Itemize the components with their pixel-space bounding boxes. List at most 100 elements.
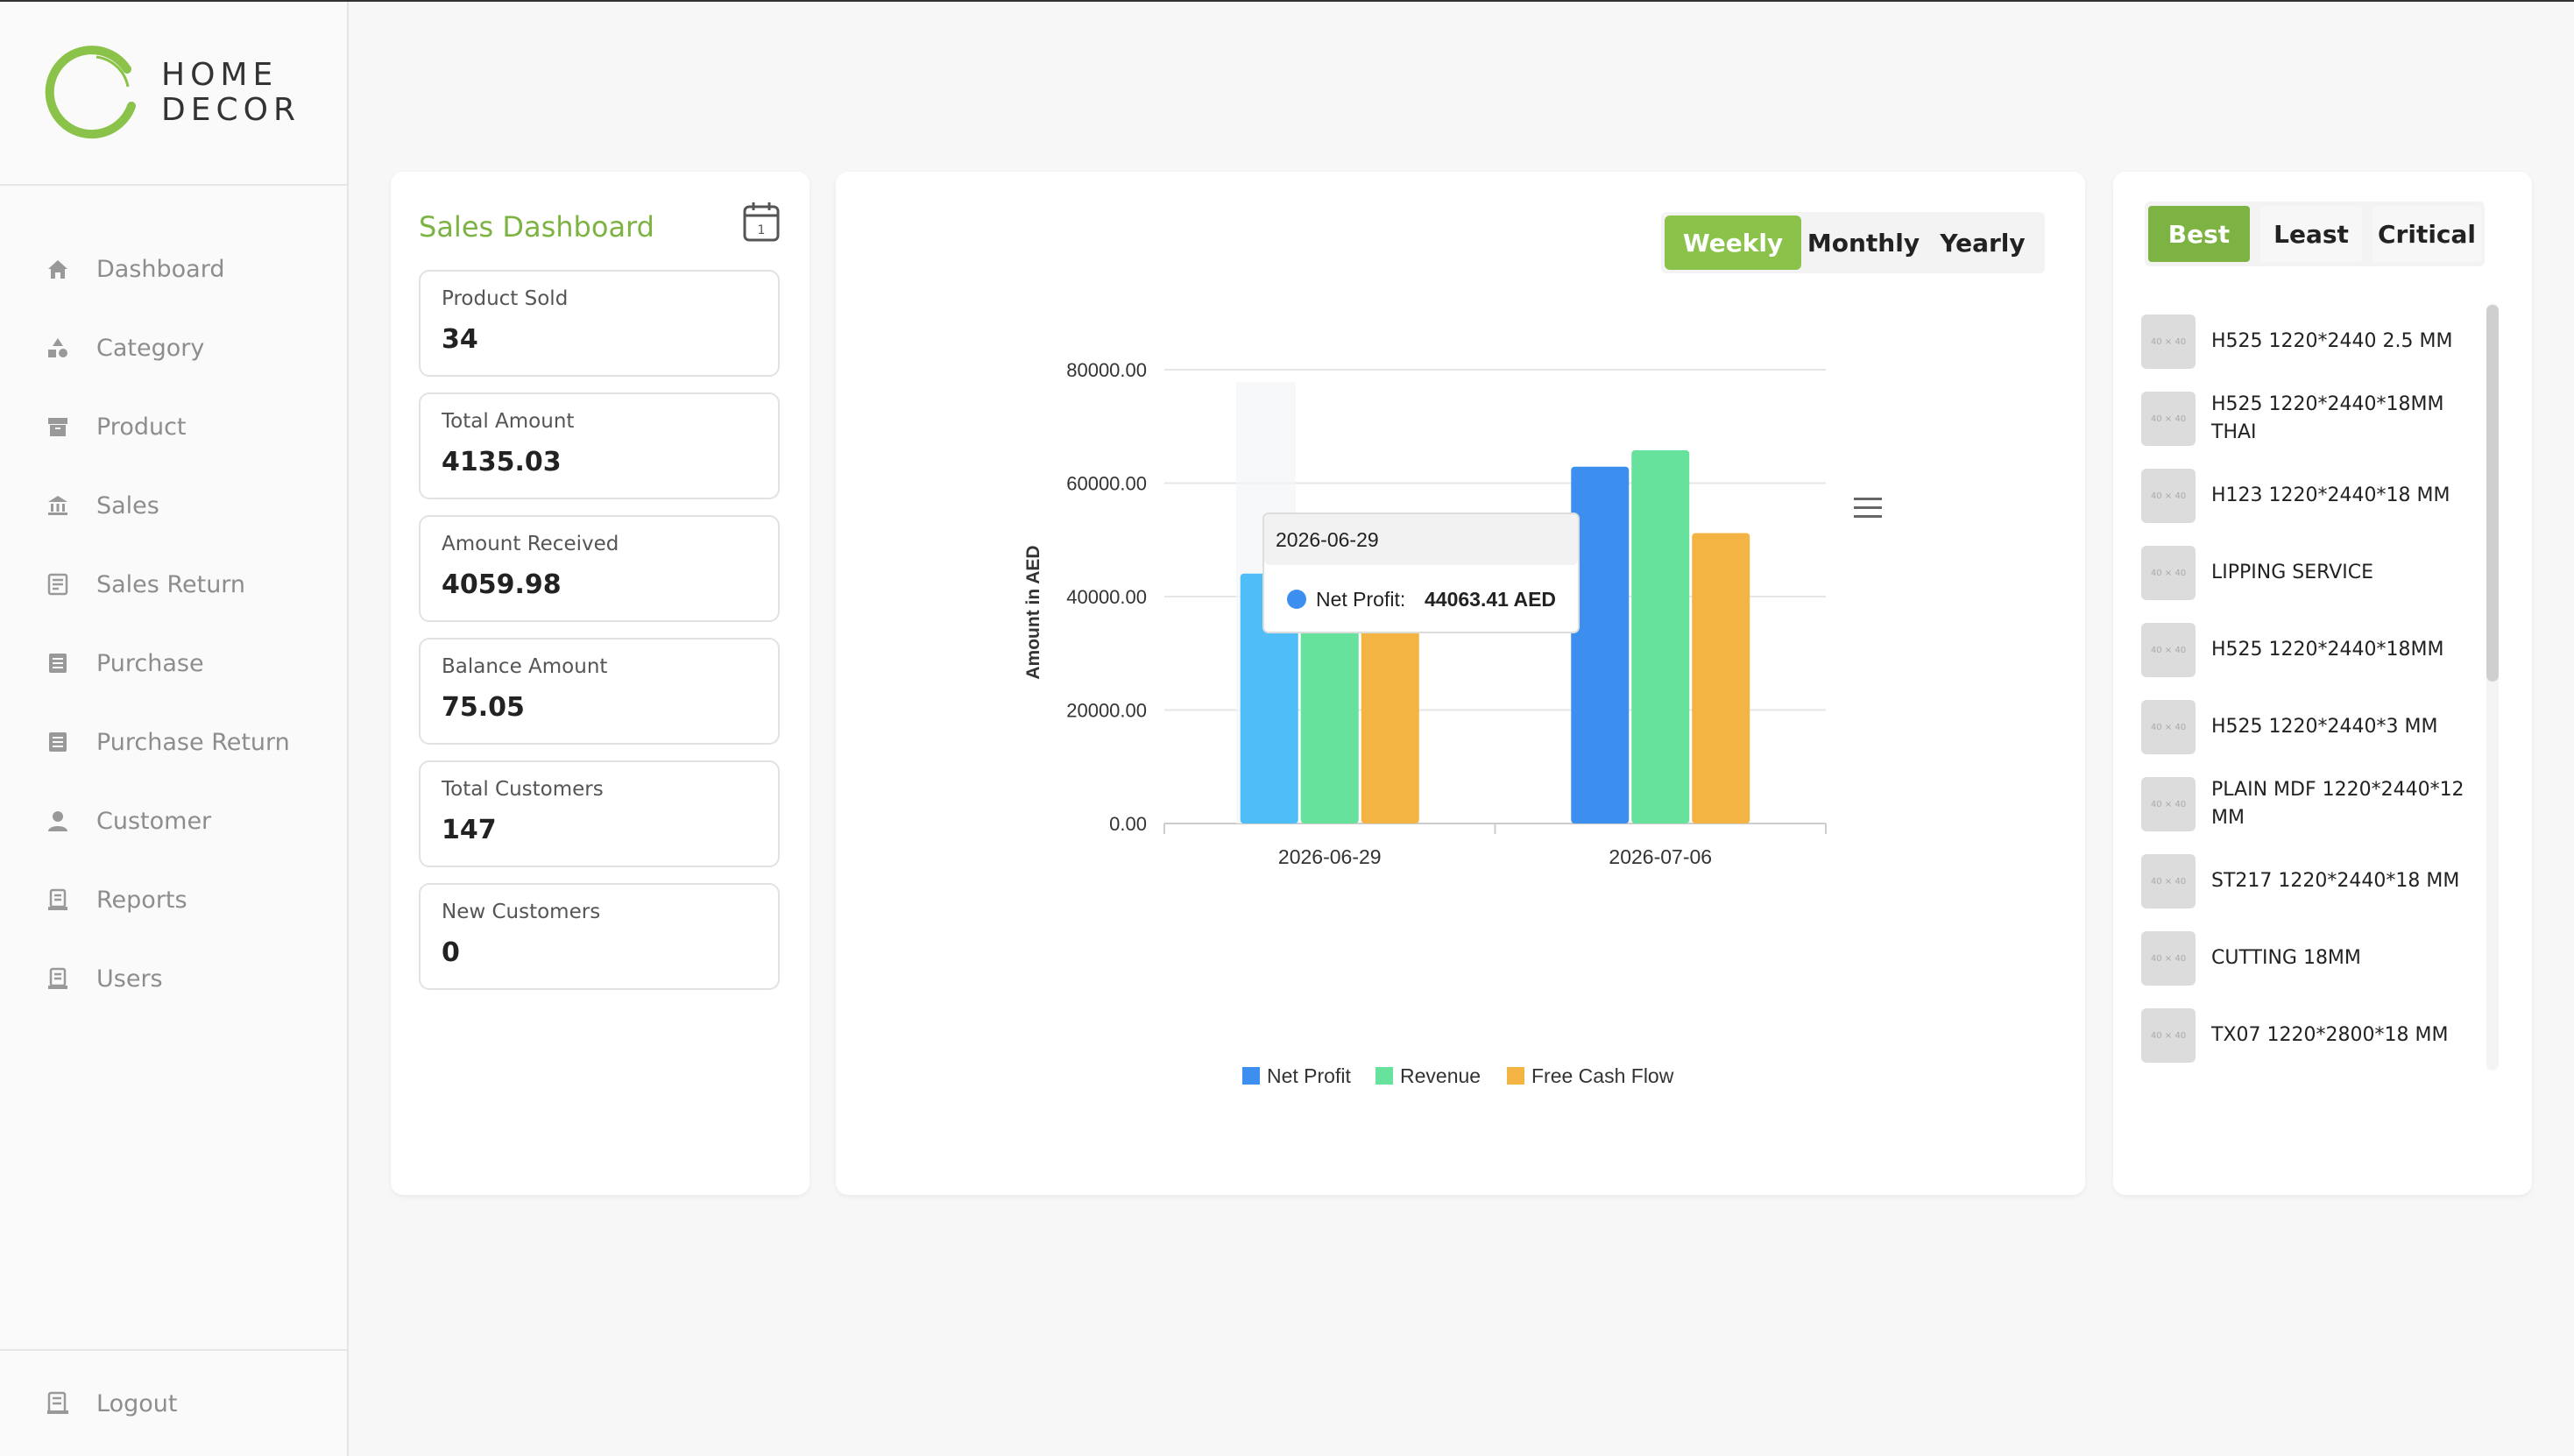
tooltip-marker — [1287, 590, 1306, 609]
stat-total-amount: Total Amount 4135.03 — [419, 392, 780, 499]
list-item[interactable]: 40 × 40 PLAIN MDF 1220*2440*12 MM — [2141, 766, 2492, 843]
stat-value: 147 — [442, 815, 497, 845]
list-item[interactable]: 40 × 40 H525 1220*2440*18MM — [2141, 611, 2492, 689]
product-name: H525 1220*2440 2.5 MM — [2211, 330, 2453, 352]
report-icon — [44, 965, 72, 993]
list-icon — [44, 649, 72, 677]
logout-label: Logout — [96, 1389, 178, 1417]
logo-ring-icon — [44, 45, 140, 141]
y-tick-label: 20000.00 — [1066, 700, 1147, 722]
list-item[interactable]: 40 × 40 TX07 1220*2800*18 MM — [2141, 997, 2492, 1074]
stat-value: 34 — [442, 324, 478, 355]
list-item[interactable]: 40 × 40 H123 1220*2440*18 MM — [2141, 457, 2492, 534]
sidebar-nav: Dashboard Category Product Sales Sales Retur… — [0, 186, 347, 1018]
sidebar-item-users[interactable]: Users — [0, 939, 347, 1018]
tab-critical[interactable]: Critical — [2372, 206, 2481, 262]
product-thumbnail: 40 × 40 — [2141, 469, 2196, 523]
product-thumbnail: 40 × 40 — [2141, 1008, 2196, 1063]
brand-line-1: HOME — [161, 57, 279, 93]
legend-label: Free Cash Flow — [1531, 1064, 1674, 1087]
product-thumbnail: 40 × 40 — [2141, 700, 2196, 754]
archive-icon — [44, 413, 72, 441]
product-name: H525 1220*2440*18MM THAI — [2211, 393, 2444, 443]
product-list-scrollbar[interactable] — [2486, 303, 2499, 1071]
sidebar-item-purchase[interactable]: Purchase — [0, 624, 347, 703]
y-tick-label: 0.00 — [1109, 813, 1147, 835]
list-item[interactable]: 40 × 40 H525 1220*2440*18MM THAI — [2141, 380, 2492, 457]
sidebar-item-sales[interactable]: Sales — [0, 466, 347, 545]
legend-label: Net Profit — [1267, 1064, 1351, 1087]
product-thumbnail: 40 × 40 — [2141, 931, 2196, 986]
sidebar-item-label: Customer — [96, 807, 212, 835]
logout-button[interactable]: Logout — [0, 1349, 347, 1456]
sidebar-item-label: Product — [96, 413, 187, 441]
brand-line-2: DECOR — [161, 92, 301, 128]
product-name: CUTTING 18MM — [2211, 947, 2361, 969]
tooltip-title: 2026-06-29 — [1276, 528, 1379, 551]
stat-product-sold: Product Sold 34 — [419, 270, 780, 377]
product-thumbnail: 40 × 40 — [2141, 777, 2196, 831]
sidebar-item-category[interactable]: Category — [0, 308, 347, 387]
summary-title: Sales Dashboard — [419, 210, 654, 244]
menu-icon-bar — [1854, 506, 1882, 509]
list-item[interactable]: 40 × 40 ST217 1220*2440*18 MM — [2141, 843, 2492, 920]
logo[interactable]: HOME DECOR — [0, 2, 347, 186]
sidebar-item-label: Reports — [96, 886, 187, 914]
logout-icon — [44, 1389, 72, 1417]
sidebar-item-label: Users — [96, 965, 163, 993]
sidebar-item-sales-return[interactable]: Sales Return — [0, 545, 347, 624]
product-thumbnail: 40 × 40 — [2141, 854, 2196, 908]
bank-icon — [44, 491, 72, 519]
list-item[interactable]: 40 × 40 H525 1220*2440 2.5 MM — [2141, 303, 2492, 380]
product-name: ST217 1220*2440*18 MM — [2211, 870, 2460, 892]
product-name: H123 1220*2440*18 MM — [2211, 484, 2450, 506]
sidebar-item-dashboard[interactable]: Dashboard — [0, 230, 347, 308]
sidebar-item-reports[interactable]: Reports — [0, 860, 347, 939]
stat-value: 0 — [442, 937, 460, 968]
menu-icon-bar — [1854, 515, 1882, 518]
tab-least[interactable]: Least — [2260, 206, 2362, 262]
stat-amount-received: Amount Received 4059.98 — [419, 515, 780, 622]
stat-label: New Customers — [442, 901, 601, 923]
sidebar-item-customer[interactable]: Customer — [0, 781, 347, 860]
sales-chart-card: Weekly Monthly Yearly 0.00 20000.00 40000.… — [836, 172, 2085, 1195]
shapes-icon — [44, 334, 72, 362]
stat-value: 75.05 — [442, 692, 525, 723]
bar-net-profit — [1571, 466, 1630, 823]
tab-best[interactable]: Best — [2148, 206, 2250, 262]
stat-value: 4135.03 — [442, 447, 562, 477]
sidebar-item-label: Sales — [96, 491, 159, 519]
y-tick-label: 60000.00 — [1066, 473, 1147, 495]
x-tick-label: 2026-06-29 — [1278, 845, 1382, 868]
stat-label: Balance Amount — [442, 655, 608, 678]
menu-icon-bar — [1854, 498, 1882, 500]
list-item[interactable]: 40 × 40 CUTTING 18MM — [2141, 920, 2492, 997]
legend-swatch — [1242, 1067, 1260, 1085]
calendar-icon[interactable]: 1 — [743, 201, 780, 242]
product-name: H525 1220*2440*3 MM — [2211, 716, 2438, 738]
stat-label: Total Customers — [442, 778, 604, 801]
legend-swatch — [1375, 1067, 1393, 1085]
stat-balance-amount: Balance Amount 75.05 — [419, 638, 780, 745]
stat-new-customers: New Customers 0 — [419, 883, 780, 990]
product-thumbnail: 40 × 40 — [2141, 546, 2196, 600]
rank-tabs: Best Least Critical — [2145, 201, 2485, 266]
sidebar-item-purchase-return[interactable]: Purchase Return — [0, 703, 347, 781]
product-thumbnail: 40 × 40 — [2141, 623, 2196, 677]
product-name: TX07 1220*2800*18 MM — [2211, 1024, 2449, 1046]
product-name: PLAIN MDF 1220*2440*12 MM — [2211, 779, 2464, 829]
legend-label: Revenue — [1400, 1064, 1481, 1087]
sidebar-item-label: Purchase — [96, 649, 204, 677]
sidebar-item-label: Dashboard — [96, 255, 225, 283]
sidebar-item-product[interactable]: Product — [0, 387, 347, 466]
list-item[interactable]: 40 × 40 H525 1220*2440*3 MM — [2141, 689, 2492, 766]
legend-swatch — [1507, 1067, 1524, 1085]
svg-text:1: 1 — [758, 223, 766, 237]
list-item[interactable]: 40 × 40 LIPPING SERVICE — [2141, 534, 2492, 611]
stat-label: Total Amount — [442, 410, 575, 433]
tooltip-value: 44063.41 AED — [1425, 588, 1556, 611]
report-icon — [44, 886, 72, 914]
stat-label: Product Sold — [442, 287, 569, 310]
y-axis-label: Amount in AED — [1023, 545, 1043, 679]
bar-chart: 0.00 20000.00 40000.00 60000.00 80000.00 Amou… — [1023, 359, 1882, 1087]
